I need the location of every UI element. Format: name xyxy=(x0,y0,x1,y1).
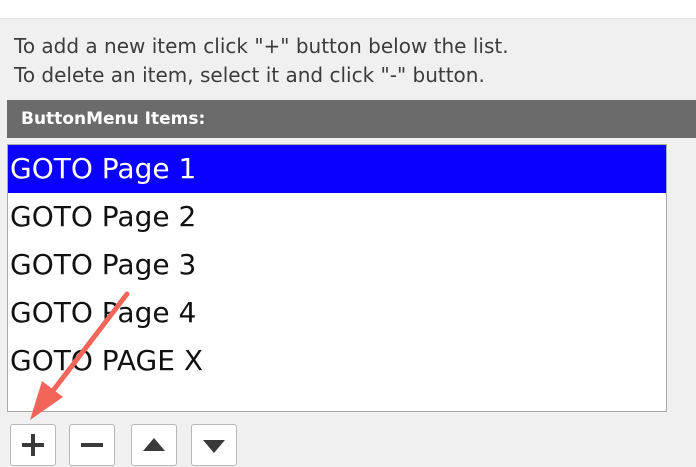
list-item-goto-page-2[interactable]: GOTO Page 2 xyxy=(8,193,666,241)
list-item-goto-page-3[interactable]: GOTO Page 3 xyxy=(8,241,666,289)
list-item-goto-page-x[interactable]: GOTO PAGE X xyxy=(8,337,666,385)
move-up-button[interactable] xyxy=(131,424,177,466)
instructions-line-delete: To delete an item, select it and click "… xyxy=(14,63,485,87)
add-item-button[interactable] xyxy=(10,424,56,466)
list-header: ButtonMenu Items: xyxy=(7,100,696,138)
button-menu-items-list[interactable]: GOTO Page 1 GOTO Page 2 GOTO Page 3 GOTO… xyxy=(7,144,667,412)
plus-icon xyxy=(22,434,44,456)
instructions-text: To add a new item click "+" button below… xyxy=(14,32,696,90)
move-down-icon xyxy=(203,440,225,453)
list-item-goto-page-4[interactable]: GOTO Page 4 xyxy=(8,289,666,337)
move-up-icon xyxy=(143,438,165,451)
minus-icon xyxy=(81,443,103,447)
remove-item-button[interactable] xyxy=(69,424,115,466)
list-toolbar xyxy=(0,414,696,467)
top-panel-strip xyxy=(0,0,696,19)
list-item-goto-page-1[interactable]: GOTO Page 1 xyxy=(8,145,666,193)
instructions-line-add: To add a new item click "+" button below… xyxy=(14,34,509,58)
move-down-button[interactable] xyxy=(191,424,237,466)
